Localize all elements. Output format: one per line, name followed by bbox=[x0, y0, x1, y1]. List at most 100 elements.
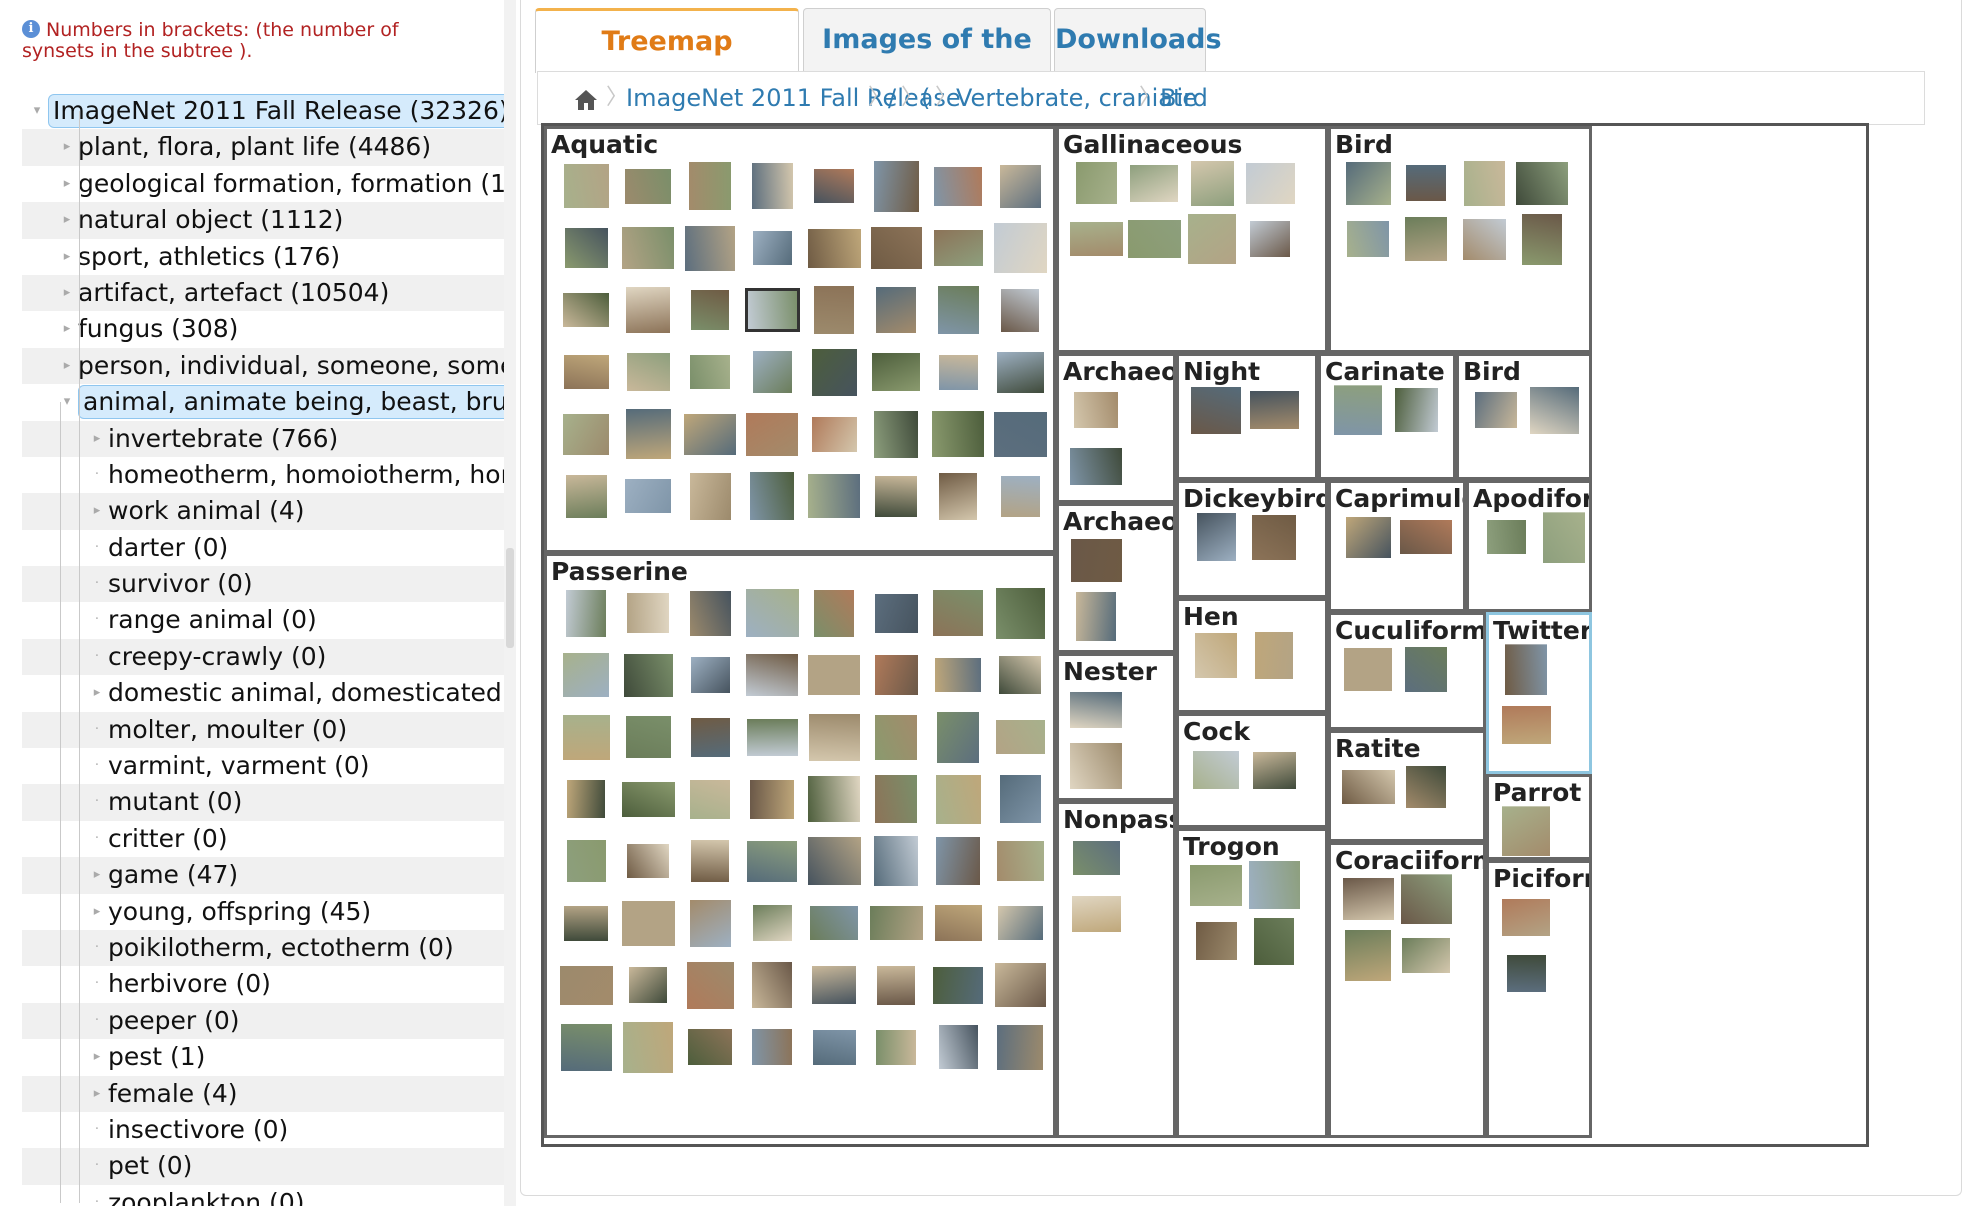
bird-thumbnail[interactable] bbox=[874, 774, 918, 824]
bird-thumbnail[interactable] bbox=[1404, 645, 1448, 693]
tree-node-label[interactable]: plant, flora, plant life (4486) bbox=[78, 129, 431, 165]
bird-thumbnail[interactable] bbox=[1194, 631, 1238, 679]
bird-thumbnail[interactable] bbox=[621, 226, 675, 270]
tree-node[interactable]: ▸ plant, flora, plant life (4486) bbox=[22, 129, 504, 166]
bird-thumbnail[interactable] bbox=[624, 167, 672, 205]
tree-node-label[interactable]: work animal (4) bbox=[108, 493, 305, 529]
tree-node[interactable]: ▸ fungus (308) bbox=[22, 311, 504, 347]
tree-node[interactable]: · range animal (0) bbox=[22, 602, 504, 638]
treemap-tile-archaeopteryx[interactable]: Archaeopte bbox=[1056, 503, 1176, 653]
bird-thumbnail[interactable] bbox=[993, 962, 1047, 1008]
tree-node-label[interactable]: peeper (0) bbox=[108, 1003, 240, 1039]
tree-scrollbar-thumb[interactable] bbox=[506, 548, 514, 648]
tree-node-label[interactable]: young, offspring (45) bbox=[108, 894, 371, 930]
bird-thumbnail[interactable] bbox=[1071, 840, 1121, 876]
bird-thumbnail[interactable] bbox=[690, 839, 730, 883]
bird-thumbnail[interactable] bbox=[875, 1028, 917, 1066]
bird-thumbnail[interactable] bbox=[1194, 921, 1238, 961]
bird-thumbnail[interactable] bbox=[1542, 510, 1586, 564]
tree-node[interactable]: · creepy-crawly (0) bbox=[22, 638, 504, 676]
bird-thumbnail[interactable] bbox=[688, 161, 732, 211]
tree-node-label[interactable]: survivor (0) bbox=[108, 566, 253, 602]
treemap-tile-parrot[interactable]: Parrot bbox=[1486, 774, 1592, 860]
bird-thumbnail[interactable] bbox=[1069, 446, 1123, 486]
bird-thumbnail[interactable] bbox=[565, 588, 607, 638]
plus-icon[interactable]: ▸ bbox=[90, 493, 104, 529]
tree-node-label[interactable]: critter (0) bbox=[108, 821, 228, 857]
bird-thumbnail[interactable] bbox=[1346, 220, 1390, 258]
bird-thumbnail[interactable] bbox=[1405, 164, 1447, 202]
bird-thumbnail[interactable] bbox=[813, 588, 855, 638]
plus-icon[interactable]: ▸ bbox=[60, 311, 74, 347]
bird-thumbnail[interactable] bbox=[689, 716, 731, 758]
bird-thumbnail[interactable] bbox=[807, 775, 861, 823]
bird-thumbnail[interactable] bbox=[1393, 387, 1439, 433]
bird-thumbnail[interactable] bbox=[873, 409, 919, 459]
bird-thumbnail[interactable] bbox=[1070, 895, 1122, 933]
bird-thumbnail[interactable] bbox=[1251, 750, 1297, 790]
treemap-tile-piciform[interactable]: Piciform bbox=[1486, 860, 1592, 1138]
bird-thumbnail[interactable] bbox=[806, 836, 862, 886]
tree-node[interactable]: · varmint, varment (0) bbox=[22, 748, 504, 784]
tree-node[interactable]: ▸ invertebrate (766) bbox=[22, 420, 504, 457]
bird-thumbnail[interactable] bbox=[1073, 391, 1119, 429]
tree-node-label[interactable]: natural object (1112) bbox=[78, 202, 343, 238]
tree-node-label[interactable]: poikilotherm, ectotherm (0) bbox=[108, 930, 454, 966]
bird-thumbnail[interactable] bbox=[1462, 159, 1506, 207]
tree-node-label[interactable]: ImageNet 2011 Fall Release (32326) bbox=[48, 94, 504, 128]
bird-thumbnail[interactable] bbox=[937, 353, 979, 391]
bird-thumbnail[interactable] bbox=[932, 589, 984, 637]
tree-node[interactable]: · critter (0) bbox=[22, 821, 504, 857]
treemap-tile-passerine[interactable]: Passerine bbox=[544, 553, 1056, 1138]
bird-thumbnail[interactable] bbox=[562, 354, 610, 390]
bird-thumbnail[interactable] bbox=[809, 905, 859, 941]
bird-thumbnail[interactable] bbox=[874, 474, 918, 518]
bird-thumbnail[interactable] bbox=[1505, 953, 1547, 993]
bird-thumbnail[interactable] bbox=[932, 229, 984, 267]
tree-node[interactable]: · peeper (0) bbox=[22, 1002, 504, 1040]
tree-node-label[interactable]: female (4) bbox=[108, 1076, 238, 1112]
tree-node[interactable]: · mutant (0) bbox=[22, 784, 504, 821]
bird-thumbnail[interactable] bbox=[689, 778, 731, 820]
tree-node-label[interactable]: homeotherm, homoiotherm, hor bbox=[108, 457, 504, 493]
bird-thumbnail[interactable] bbox=[1069, 742, 1123, 790]
bird-thumbnail[interactable] bbox=[628, 966, 668, 1004]
bird-thumbnail[interactable] bbox=[566, 779, 606, 819]
tree-node[interactable]: ▸ natural object (1112) bbox=[22, 202, 504, 239]
bird-thumbnail[interactable] bbox=[559, 1022, 613, 1072]
treemap-tile-night[interactable]: Night bbox=[1176, 353, 1318, 480]
bird-thumbnail[interactable] bbox=[874, 713, 918, 761]
bird-thumbnail[interactable] bbox=[807, 473, 861, 519]
tab-images-of-the-synset[interactable]: Images of the Synset bbox=[803, 8, 1051, 117]
bird-thumbnail[interactable] bbox=[807, 654, 861, 696]
tree-node[interactable]: ▸ domestic animal, domesticated bbox=[22, 675, 504, 711]
minus-icon[interactable]: ▾ bbox=[30, 93, 44, 129]
tree-node[interactable]: ▸ sport, athletics (176) bbox=[22, 239, 504, 275]
tree-node-label[interactable]: sport, athletics (176) bbox=[78, 239, 340, 275]
bird-thumbnail[interactable] bbox=[562, 292, 610, 328]
bird-thumbnail[interactable] bbox=[938, 471, 978, 521]
bird-thumbnail[interactable] bbox=[751, 230, 793, 266]
tree-node[interactable]: ▸ young, offspring (45) bbox=[22, 894, 504, 930]
treemap-tile-bird-2[interactable]: Bird bbox=[1456, 353, 1592, 480]
bird-thumbnail[interactable] bbox=[624, 408, 672, 460]
bird-thumbnail[interactable] bbox=[936, 285, 980, 335]
bird-thumbnail[interactable] bbox=[813, 285, 855, 335]
tree-node-label[interactable]: varmint, varment (0) bbox=[108, 748, 370, 784]
bird-thumbnail[interactable] bbox=[1485, 519, 1527, 555]
tree-node-label[interactable]: invertebrate (766) bbox=[108, 421, 338, 457]
tab-treemap-visualization[interactable]: Treemap Visualization bbox=[535, 8, 799, 119]
bird-thumbnail[interactable] bbox=[813, 168, 855, 204]
bird-thumbnail[interactable] bbox=[562, 652, 610, 698]
bird-thumbnail[interactable] bbox=[1251, 513, 1297, 561]
treemap-tile-nonpasserine[interactable]: Nonpasserin bbox=[1056, 801, 1176, 1138]
bird-thumbnail[interactable] bbox=[558, 964, 614, 1006]
home-icon[interactable] bbox=[574, 89, 598, 111]
tree-node-label[interactable]: artifact, artefact (10504) bbox=[78, 275, 389, 311]
treemap-tile-hen[interactable]: Hen bbox=[1176, 598, 1328, 713]
bird-thumbnail[interactable] bbox=[1333, 384, 1383, 436]
bird-thumbnail[interactable] bbox=[563, 904, 609, 942]
tree-node-label[interactable]: mutant (0) bbox=[108, 784, 242, 820]
bird-thumbnail[interactable] bbox=[992, 410, 1048, 458]
bird-thumbnail[interactable] bbox=[751, 961, 793, 1009]
